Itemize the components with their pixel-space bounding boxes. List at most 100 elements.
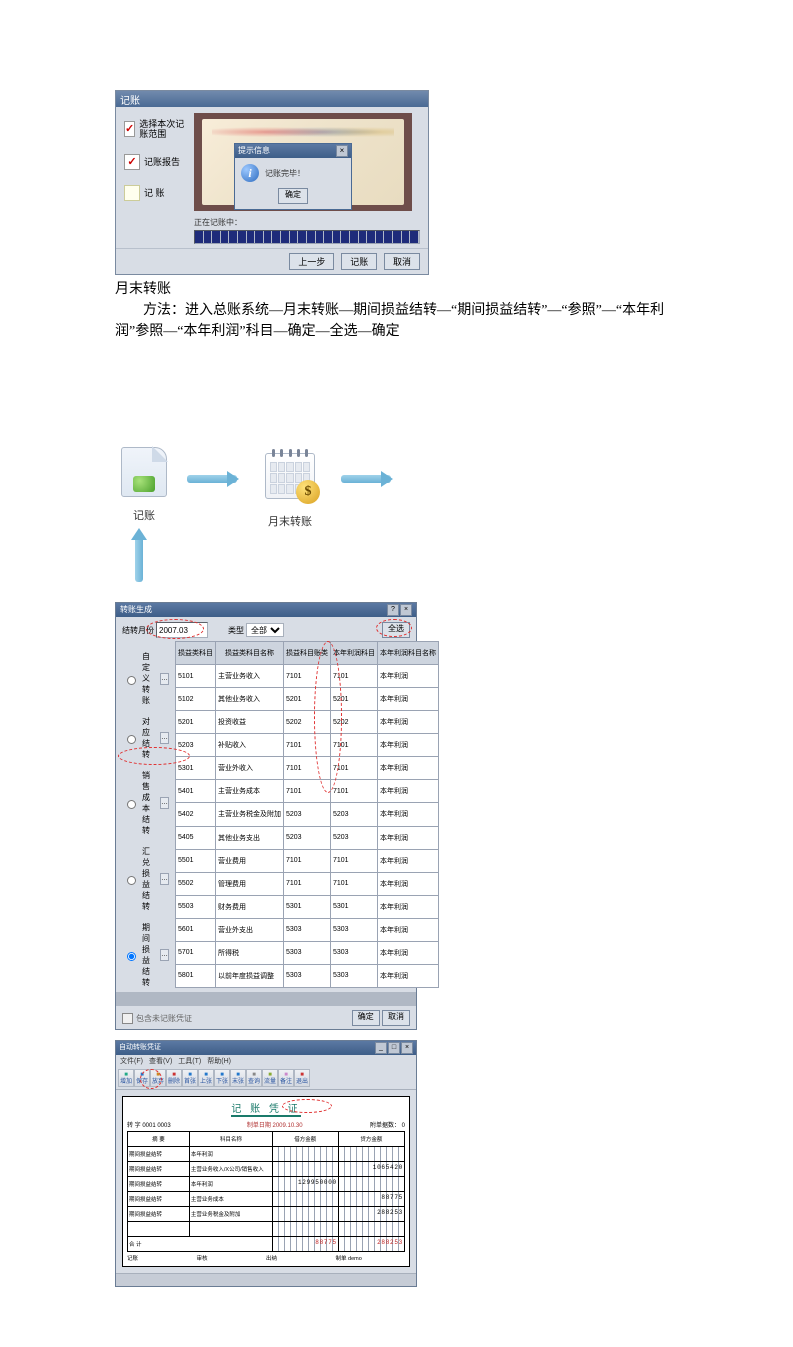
check-icon: ✓	[124, 121, 135, 137]
radio-period-pl[interactable]: 期间损益结转…	[122, 922, 169, 988]
radio-corresp[interactable]: 对应结转…	[122, 716, 169, 760]
toolbar-button[interactable]: ■保存	[134, 1069, 150, 1087]
post-button[interactable]: 记账	[341, 253, 377, 270]
select-all-button[interactable]: 全选	[382, 622, 410, 638]
menu-item[interactable]: 帮助(H)	[207, 1056, 231, 1066]
month-input[interactable]	[156, 622, 208, 638]
voucher-row[interactable]: 期间损益结转主营业务收入/X公司/销售收入1065420	[128, 1162, 405, 1177]
toolbar-button[interactable]: ■删除	[166, 1069, 182, 1087]
toolbar-button[interactable]: ■流量	[262, 1069, 278, 1087]
subject-table: 损益类科目 损益类科目名称 损益科目账类 本年利润科目 本年利润科目名称 510…	[175, 641, 439, 988]
attachment-count: 附单据数： 0	[318, 1120, 405, 1129]
voucher-number: 转 字 0001 0003	[127, 1120, 231, 1129]
prev-button[interactable]: 上一步	[289, 253, 334, 270]
col-header: 损益类科目	[176, 642, 216, 665]
col-debit: 借方金额	[272, 1132, 338, 1147]
table-row[interactable]: 5301营业外收入71017101本年利润	[176, 757, 439, 780]
menu-item[interactable]: 工具(T)	[178, 1056, 201, 1066]
table-row[interactable]: 5402主营业务税金及附加52035203本年利润	[176, 803, 439, 826]
table-row[interactable]: 5102其他业务收入52015201本年利润	[176, 688, 439, 711]
table-row[interactable]: 5201投资收益52025202本年利润	[176, 711, 439, 734]
body-text: 月末转账 方法：进入总账系统—月末转账—期间损益结转—“期间损益结转”—“参照”…	[115, 279, 693, 342]
total-label: 合 计	[128, 1237, 273, 1252]
toolbar-button[interactable]: ■末张	[230, 1069, 246, 1087]
include-unposted-checkbox[interactable]: 包含未记账凭证	[122, 1013, 192, 1024]
section-heading: 月末转账	[115, 279, 693, 300]
ref-icon[interactable]: …	[160, 949, 169, 961]
ref-icon[interactable]: …	[160, 873, 169, 885]
window-controls[interactable]: ?×	[386, 604, 412, 616]
toolbar-button[interactable]: ■备注	[278, 1069, 294, 1087]
table-row[interactable]: 5101主营业务收入71017101本年利润	[176, 665, 439, 688]
menu-item[interactable]: 查看(V)	[149, 1056, 172, 1066]
check-icon	[124, 185, 140, 201]
menu-item[interactable]: 文件(F)	[120, 1056, 143, 1066]
dialog-body: ✓选择本次记账范围 ✓记账报告 记 账 提示信息 × i 记账完毕！	[116, 107, 428, 248]
voucher-date: 制单日期 2009.10.30	[231, 1120, 318, 1129]
status-bar	[116, 1273, 416, 1286]
table-row[interactable]: 5601营业外支出53035303本年利润	[176, 918, 439, 941]
voucher-row[interactable]: 期间损益结转本年利润129950000	[128, 1177, 405, 1192]
toolbar[interactable]: ■增加■保存■放弃■删除■首张■上张■下张■末张■查询■流量■备注■退出	[116, 1067, 416, 1090]
window-controls[interactable]: _□×	[374, 1042, 413, 1054]
toolbar-button[interactable]: ■退出	[294, 1069, 310, 1087]
type-select[interactable]: 全部	[246, 623, 284, 637]
radio-exchange[interactable]: 汇兑损益结转…	[122, 846, 169, 912]
col-header: 损益类科目名称	[216, 642, 284, 665]
ref-icon[interactable]: …	[160, 673, 169, 685]
window-title: 转账生成	[120, 604, 152, 616]
calendar-icon: $	[265, 453, 315, 499]
toolbar-button[interactable]: ■增加	[118, 1069, 134, 1087]
col-header: 本年利润科目	[331, 642, 378, 665]
flowchart: 记账 $ 月末转账	[115, 367, 415, 592]
table-row[interactable]: 5401主营业务成本71017101本年利润	[176, 780, 439, 803]
menu-bar[interactable]: 文件(F) 查看(V) 工具(T) 帮助(H)	[116, 1055, 416, 1067]
flow-node-bookkeeping: 记账	[109, 447, 179, 523]
radio-custom[interactable]: 自定义转账…	[122, 651, 169, 706]
toolbar-button[interactable]: ■放弃	[150, 1069, 166, 1087]
ok-button[interactable]: 确定	[352, 1010, 380, 1026]
toolbar-button[interactable]: ■首张	[182, 1069, 198, 1087]
voucher-row[interactable]: 期间损益结转主营业务成本88775	[128, 1192, 405, 1207]
table-row[interactable]: 5503财务费用53015301本年利润	[176, 895, 439, 918]
col-subject: 科目名称	[189, 1132, 272, 1147]
message-title: 提示信息 ×	[235, 144, 351, 158]
ref-icon[interactable]: …	[160, 797, 169, 809]
voucher-table: 摘 要 科目名称 借方金额 贷方金额 期间损益结转本年利润期间损益结转主营业务收…	[127, 1131, 405, 1252]
table-row[interactable]: 5502管理费用71017101本年利润	[176, 872, 439, 895]
info-icon: i	[241, 164, 259, 182]
table-row[interactable]: 5501营业费用71017101本年利润	[176, 849, 439, 872]
table-row[interactable]: 5405其他业务支出52035203本年利润	[176, 826, 439, 849]
close-icon[interactable]: ×	[336, 145, 348, 157]
voucher-row[interactable]: 期间损益结转主营业务税金及附加288253	[128, 1207, 405, 1222]
window-title: 记账	[116, 91, 428, 107]
month-label: 结转月份	[122, 625, 154, 636]
ok-button[interactable]: 确定	[278, 188, 308, 204]
progress-label: 正在记账中：	[194, 217, 420, 228]
col-credit: 贷方金额	[338, 1132, 404, 1147]
cancel-button[interactable]: 取消	[384, 253, 420, 270]
table-row[interactable]: 5203补贴收入71017101本年利润	[176, 734, 439, 757]
window-title: 自动转账凭证	[119, 1042, 161, 1054]
radio-sales-cost[interactable]: 销售成本结转…	[122, 770, 169, 836]
foot-cashier: 出纳	[266, 1254, 336, 1262]
total-credit: 288253	[377, 1239, 403, 1246]
col-header: 本年利润科目名称	[378, 642, 439, 665]
toolbar-button[interactable]: ■上张	[198, 1069, 214, 1087]
coin-icon: $	[296, 480, 320, 504]
col-header: 损益科目账类	[284, 642, 331, 665]
method-paragraph: 方法：进入总账系统—月末转账—期间损益结转—“期间损益结转”—“参照”—“本年利…	[115, 300, 693, 342]
toolbar-button[interactable]: ■下张	[214, 1069, 230, 1087]
message-dialog: 提示信息 × i 记账完毕！ 确定	[234, 143, 352, 210]
cancel-button[interactable]: 取消	[382, 1010, 410, 1026]
toolbar-button[interactable]: ■查询	[246, 1069, 262, 1087]
doc-icon	[121, 447, 167, 497]
voucher-row[interactable]: 期间损益结转本年利润	[128, 1147, 405, 1162]
foot-preparer: 制单 demo	[336, 1254, 406, 1262]
message-text: 记账完毕！	[265, 168, 305, 179]
ref-icon[interactable]: …	[160, 732, 169, 744]
arrow-icon	[341, 475, 391, 483]
type-label: 类型	[228, 625, 244, 636]
table-row[interactable]: 5801以前年度损益调整53035303本年利润	[176, 964, 439, 987]
table-row[interactable]: 5701所得税53035303本年利润	[176, 941, 439, 964]
